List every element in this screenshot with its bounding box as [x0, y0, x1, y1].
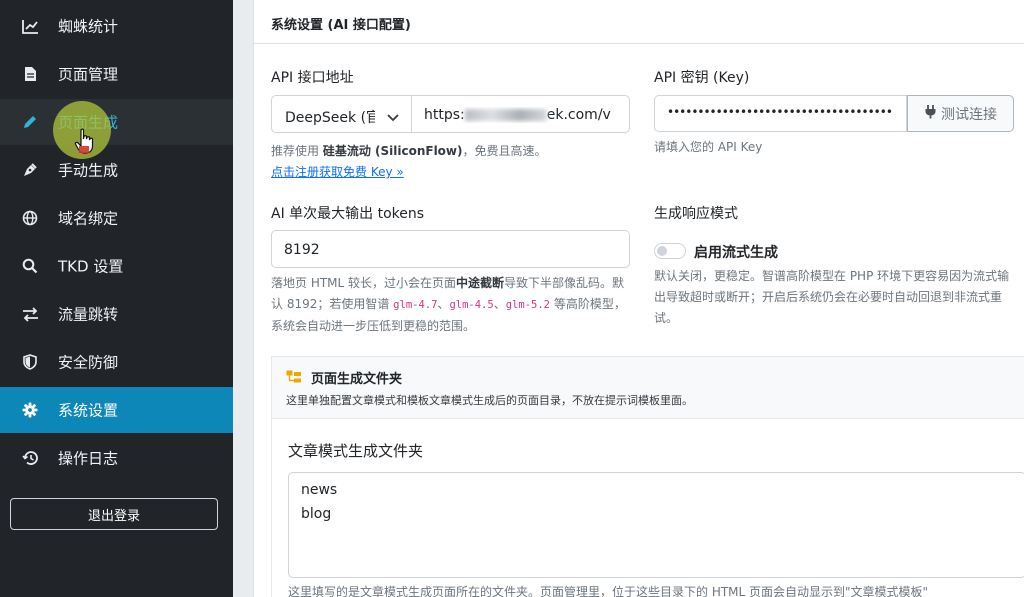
- logout-button[interactable]: 退出登录: [10, 498, 218, 530]
- stream-toggle-label[interactable]: 启用流式生成: [694, 242, 778, 262]
- chart-line-icon: [21, 17, 39, 35]
- sidebar-item-operation-log[interactable]: 操作日志: [0, 435, 233, 481]
- folder-settings-subcard: 页面生成文件夹 这里单独配置文章模式和模板文章模式生成后的页面目录，不放在提示词…: [271, 356, 1024, 597]
- globe-icon: [21, 209, 39, 227]
- article-folder-value: news blog: [301, 482, 338, 522]
- pencil-icon: [21, 113, 39, 131]
- sidebar-item-domain-bind[interactable]: 域名绑定: [0, 195, 233, 241]
- api-url-input[interactable]: https: ek.com/v: [411, 95, 630, 133]
- search-icon: [21, 257, 39, 275]
- shield-icon: [21, 353, 39, 371]
- provider-selected-value: DeepSeek (官: [285, 110, 375, 126]
- api-key-masked-value: •••••••••••••••••••••••••••••••••••••: [667, 105, 893, 119]
- max-tokens-input[interactable]: 8192: [271, 230, 630, 268]
- sidebar-item-traffic-redirect[interactable]: 流量跳转: [0, 291, 233, 337]
- sidebar-item-label: TKD 设置: [58, 257, 124, 276]
- gear-icon: [21, 401, 39, 419]
- api-url-suffix: ek.com/v: [546, 107, 611, 123]
- sidebar-item-system-settings[interactable]: 系统设置: [0, 387, 233, 433]
- register-free-key-link[interactable]: 点击注册获取免费 Key »: [271, 163, 404, 180]
- folder-section-description: 这里单独配置文章模式和模板文章模式生成后的页面目录，不放在提示词模板里面。: [286, 394, 693, 407]
- sidebar: 蜘蛛统计 页面管理 页面生成 手动生成 域名绑定 TKD 设置 流量跳转: [0, 0, 233, 597]
- sidebar-item-tkd-settings[interactable]: TKD 设置: [0, 243, 233, 289]
- api-url-help: 推荐使用 硅基流动 (SiliconFlow)，免费且高速。: [271, 144, 547, 158]
- sidebar-item-label: 蜘蛛统计: [58, 17, 119, 36]
- sidebar-item-label: 流量跳转: [58, 305, 119, 324]
- folder-tree-icon: [286, 369, 302, 388]
- sidebar-item-label: 安全防御: [58, 353, 119, 372]
- stream-toggle[interactable]: [654, 243, 686, 259]
- folder-section-title: 页面生成文件夹: [311, 372, 403, 387]
- redacted-url-blur: [464, 109, 547, 121]
- stream-mode-label: 生成响应模式: [654, 206, 738, 222]
- provider-select[interactable]: DeepSeek (官: [271, 95, 412, 133]
- main-content: 系统设置 (AI 接口配置) API 接口地址 DeepSeek (官 http…: [233, 0, 1024, 597]
- sidebar-item-security[interactable]: 安全防御: [0, 339, 233, 385]
- arrows-exchange-icon: [21, 305, 39, 323]
- max-tokens-label: AI 单次最大输出 tokens: [271, 206, 425, 222]
- test-connection-label: 测试连接: [941, 106, 997, 123]
- test-connection-button[interactable]: 测试连接: [907, 95, 1014, 132]
- sidebar-item-label: 系统设置: [58, 401, 119, 420]
- api-url-label: API 接口地址: [271, 70, 354, 86]
- sidebar-item-page-manage[interactable]: 页面管理: [0, 51, 233, 97]
- article-folder-textarea[interactable]: news blog: [288, 472, 1024, 578]
- sidebar-item-page-generate[interactable]: 页面生成: [0, 99, 233, 145]
- pen-nib-icon: [21, 161, 39, 179]
- article-folder-help: 这里填写的是文章模式生成页面所在的文件夹。页面管理里，位于这些目录下的 HTML…: [288, 585, 929, 597]
- sidebar-item-label: 手动生成: [58, 161, 119, 180]
- settings-card: 系统设置 (AI 接口配置) API 接口地址 DeepSeek (官 http…: [253, 0, 1024, 597]
- api-url-prefix: https:: [424, 107, 465, 123]
- hand-cursor-icon: [74, 128, 96, 154]
- sidebar-item-manual-generate[interactable]: 手动生成: [0, 147, 233, 193]
- chevron-down-icon: [387, 110, 399, 122]
- article-folder-label: 文章模式生成文件夹: [288, 442, 424, 460]
- stream-mode-help: 默认关闭，更稳定。智谱高阶模型在 PHP 环境下更容易因为流式输出导致超时或断开…: [654, 269, 1010, 325]
- siliconflow-name: 硅基流动 (SiliconFlow): [322, 144, 463, 158]
- history-icon: [21, 449, 39, 467]
- folder-subcard-header: 页面生成文件夹 这里单独配置文章模式和模板文章模式生成后的页面目录，不放在提示词…: [272, 357, 1024, 419]
- api-key-input[interactable]: •••••••••••••••••••••••••••••••••••••: [654, 95, 907, 132]
- api-key-label: API 密钥 (Key): [654, 70, 750, 86]
- plug-icon: [924, 104, 937, 123]
- file-icon: [21, 65, 39, 83]
- card-header: 系统设置 (AI 接口配置): [254, 0, 1024, 44]
- sidebar-item-label: 操作日志: [58, 449, 119, 468]
- api-key-help: 请填入您的 API Key: [654, 140, 763, 154]
- sidebar-item-label: 域名绑定: [58, 209, 119, 228]
- card-title: 系统设置 (AI 接口配置): [271, 18, 411, 33]
- max-tokens-value: 8192: [284, 242, 320, 258]
- max-tokens-help: 落地页 HTML 较长，过小会在页面中途截断导致下半部像乱码。默认 8192；若…: [271, 276, 626, 333]
- sidebar-item-label: 页面管理: [58, 65, 119, 84]
- sidebar-item-spider-stats[interactable]: 蜘蛛统计: [0, 3, 233, 49]
